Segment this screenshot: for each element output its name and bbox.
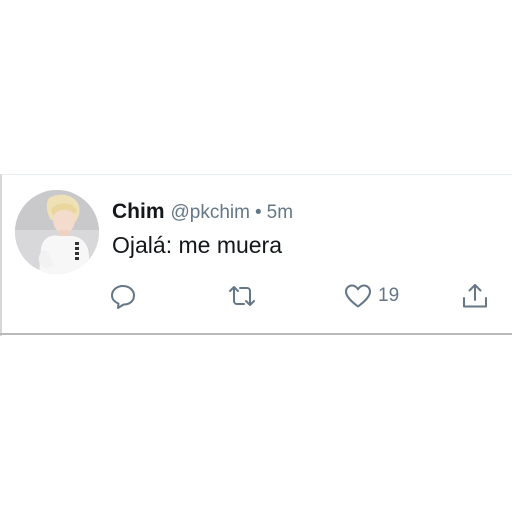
like-button[interactable]: 19	[344, 283, 399, 309]
separator-dot: •	[254, 202, 262, 223]
avatar[interactable]	[15, 190, 99, 274]
tweet-divider	[0, 333, 512, 335]
retweet-button[interactable]	[227, 283, 257, 309]
canvas: Chim @pkchim • 5m Ojalá: me muera 19	[0, 0, 512, 512]
avatar-image	[15, 190, 99, 274]
tweet-text: Ojalá: me muera	[112, 232, 283, 258]
share-button[interactable]	[461, 283, 489, 309]
reply-button[interactable]	[110, 283, 136, 309]
like-count: 19	[378, 285, 400, 306]
retweet-icon	[227, 283, 257, 309]
tweet-header: Chim @pkchim • 5m	[112, 198, 293, 226]
display-name[interactable]: Chim	[112, 200, 165, 223]
timestamp[interactable]: 5m	[267, 202, 293, 223]
share-icon	[461, 282, 489, 310]
user-handle[interactable]: @pkchim	[171, 202, 250, 223]
heart-icon	[344, 283, 372, 309]
reply-icon	[110, 283, 136, 309]
